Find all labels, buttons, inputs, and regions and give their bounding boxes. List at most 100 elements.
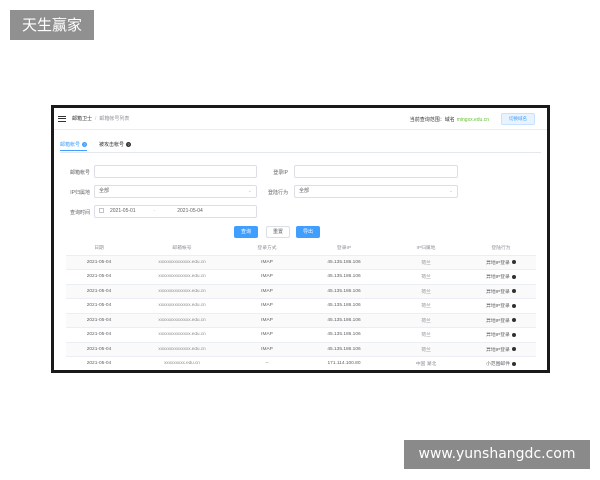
table-cell: xxxxxxxxxxxxxx.edu.cn bbox=[132, 289, 232, 294]
cell-text: 2021-05-04 bbox=[86, 274, 112, 280]
table-row: 2021-05-04 xxxxxxxxxxxxxx.edu.cn IMAP 45.13… bbox=[66, 255, 536, 270]
table-cell: 荷兰 bbox=[386, 302, 466, 309]
login-ip-input[interactable] bbox=[294, 165, 458, 178]
info-icon[interactable] bbox=[511, 318, 516, 323]
cell-text: xxxxxxxxxxxxxx.edu.cn bbox=[158, 332, 206, 338]
cell-text: -- bbox=[265, 361, 269, 367]
table-cell: 荷兰 bbox=[386, 331, 466, 338]
table-cell: 45.135.186.106 bbox=[302, 260, 386, 265]
tab-mailbox-accounts[interactable]: 邮箱帐号? bbox=[60, 138, 88, 151]
table-cell: 2021-05-04 bbox=[66, 318, 132, 323]
table-cell[interactable]: 异地IP登录 bbox=[466, 346, 536, 353]
scope-label: 当前查询范围：域名 bbox=[409, 117, 455, 123]
risk-behavior-select[interactable]: 全部 ⌄ bbox=[294, 185, 458, 198]
risk-behavior-value: 全部 bbox=[299, 188, 310, 194]
accounts-table: 日期 邮箱帐号 登录方式 登录IP IP归属地 登陆行为 2021-05-04 x… bbox=[66, 241, 536, 370]
table-cell: IMAP bbox=[232, 303, 302, 308]
tab-attacked-accounts[interactable]: 被攻击帐号? bbox=[99, 138, 132, 151]
cell-text: xxxxxxxxxxxxxx.edu.cn bbox=[158, 274, 206, 280]
info-icon[interactable] bbox=[511, 303, 516, 308]
table-cell[interactable]: 异地IP登录 bbox=[466, 302, 536, 309]
table-cell: 2021-05-04 bbox=[66, 289, 132, 294]
table-row: 2021-05-04 xxxxxxxxxxxxxx.edu.cn IMAP 45.13… bbox=[66, 299, 536, 314]
table-cell: xxxxxxxxxxxxxx.edu.cn bbox=[132, 318, 232, 323]
cell-text: 荷兰 bbox=[421, 260, 431, 266]
menu-icon[interactable] bbox=[58, 115, 66, 122]
info-icon[interactable] bbox=[511, 332, 516, 337]
table-cell: 2021-05-04 bbox=[66, 347, 132, 352]
calendar-icon bbox=[99, 208, 104, 214]
help-icon[interactable]: ? bbox=[126, 142, 132, 147]
cell-text: IMAP bbox=[261, 332, 273, 338]
info-icon[interactable] bbox=[511, 260, 516, 265]
table-cell: IMAP bbox=[232, 274, 302, 279]
table-cell: xxxxxxxxxxxxxx.edu.cn bbox=[132, 303, 232, 308]
cell-text: xxxxxxxxx.edu.cn bbox=[164, 361, 200, 367]
chevron-down-icon: ⌄ bbox=[448, 188, 453, 194]
ip-region-value: 全部 bbox=[99, 188, 110, 194]
cell-text: 荷兰 bbox=[421, 289, 431, 295]
cell-text: 45.135.186.106 bbox=[327, 288, 361, 294]
info-icon[interactable] bbox=[511, 289, 516, 294]
table-cell: IMAP bbox=[232, 347, 302, 352]
cell-text: 异地IP登录 bbox=[486, 289, 510, 295]
query-time-label: 查询时间 bbox=[69, 210, 90, 216]
export-button[interactable]: 导出 bbox=[296, 226, 320, 238]
table-cell: 45.135.186.106 bbox=[302, 332, 386, 337]
cell-text: IMAP bbox=[261, 274, 273, 280]
search-button[interactable]: 查询 bbox=[234, 226, 258, 238]
cell-text: 异地IP登录 bbox=[486, 275, 510, 281]
table-header: 日期 邮箱帐号 登录方式 登录IP IP归属地 登陆行为 bbox=[66, 241, 536, 256]
table-cell[interactable]: 异地IP登录 bbox=[466, 331, 536, 338]
query-scope: 当前查询范围：域名 mingxx.edu.cn bbox=[410, 116, 489, 123]
table-cell[interactable]: 异地IP登录 bbox=[466, 288, 536, 295]
table-cell: 45.135.186.106 bbox=[302, 318, 386, 323]
table-cell: xxxxxxxxx.edu.cn bbox=[132, 361, 232, 366]
table-cell[interactable]: 异地IP登录 bbox=[466, 317, 536, 324]
date-range-picker[interactable]: 2021-05-01 - 2021-05-04 bbox=[94, 205, 257, 218]
table-cell[interactable]: 异地IP登录 bbox=[466, 259, 536, 266]
table-cell[interactable]: 异地IP登录 bbox=[466, 273, 536, 280]
mailbox-label: 邮箱帐号 bbox=[69, 170, 90, 176]
table-cell: xxxxxxxxxxxxxx.edu.cn bbox=[132, 332, 232, 337]
cell-text: 2021-05-04 bbox=[86, 346, 112, 352]
ip-region-select[interactable]: 全部 ⌄ bbox=[94, 185, 257, 198]
cell-text: 异地IP登录 bbox=[486, 347, 510, 353]
cell-text: IMAP bbox=[261, 346, 273, 352]
column-header: 登录方式 bbox=[257, 246, 277, 252]
table-cell[interactable]: 小范围邮件 bbox=[466, 360, 536, 367]
cell-text: 荷兰 bbox=[421, 275, 431, 281]
table-cell: 2021-05-04 bbox=[66, 303, 132, 308]
cell-text: 2021-05-04 bbox=[86, 303, 112, 309]
switch-domain-button[interactable]: 切换域名 bbox=[501, 113, 535, 125]
risk-behavior-label: 登陆行为 bbox=[267, 190, 288, 196]
help-icon[interactable]: ? bbox=[82, 141, 88, 147]
cell-text: 45.135.186.106 bbox=[327, 346, 361, 352]
date-start: 2021-05-01 bbox=[110, 208, 136, 214]
table-row: 2021-05-04 xxxxxxxxx.edu.cn -- 171.114.100.… bbox=[66, 357, 536, 370]
table-cell: IMAP bbox=[232, 332, 302, 337]
date-range-separator: - bbox=[153, 208, 156, 214]
login-ip-label: 登录IP bbox=[273, 170, 288, 176]
table-cell: IMAP bbox=[232, 289, 302, 294]
cell-text: 45.135.186.106 bbox=[327, 259, 361, 265]
mailbox-input[interactable] bbox=[94, 165, 257, 178]
breadcrumb-separator: / bbox=[95, 115, 97, 122]
table-cell: IMAP bbox=[232, 318, 302, 323]
cell-text: 荷兰 bbox=[421, 347, 431, 353]
breadcrumb-root[interactable]: 邮箱卫士 bbox=[72, 115, 92, 122]
column-header: 邮箱帐号 bbox=[172, 246, 192, 252]
info-icon[interactable] bbox=[511, 347, 516, 352]
column-header: 日期 bbox=[94, 246, 104, 252]
reset-button[interactable]: 重置 bbox=[266, 226, 290, 238]
watermark-bottom-right: www.yunshangdc.com bbox=[404, 440, 590, 469]
top-bar: 邮箱卫士 / 邮箱帐号列表 当前查询范围：域名 mingxx.edu.cn 切换域… bbox=[54, 108, 547, 130]
info-icon[interactable] bbox=[512, 361, 516, 366]
table-cell: 45.135.186.106 bbox=[302, 289, 386, 294]
cell-text: 荷兰 bbox=[421, 333, 431, 339]
cell-text: xxxxxxxxxxxxxx.edu.cn bbox=[158, 303, 206, 309]
cell-text: xxxxxxxxxxxxxx.edu.cn bbox=[158, 288, 206, 294]
cell-text: IMAP bbox=[261, 259, 273, 265]
cell-text: 2021-05-04 bbox=[86, 332, 112, 338]
info-icon[interactable] bbox=[511, 274, 516, 279]
